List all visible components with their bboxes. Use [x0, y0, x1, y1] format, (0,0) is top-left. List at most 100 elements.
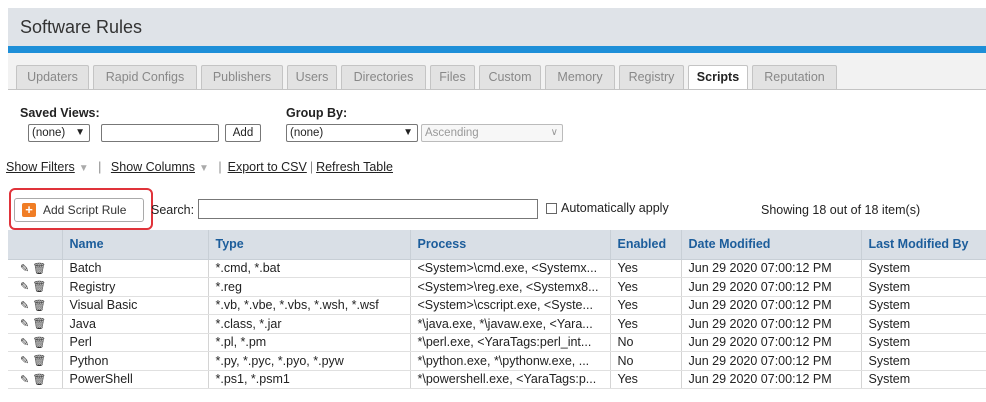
trash-icon[interactable]: 🗑	[32, 318, 46, 330]
type-header[interactable]: Type	[208, 230, 411, 260]
name-cell: Batch	[62, 259, 209, 278]
edit-icon[interactable]: ✎	[20, 355, 29, 367]
tab-scripts[interactable]: Scripts	[688, 65, 748, 91]
process-header[interactable]: Process	[410, 230, 611, 260]
table-header-row: Name Type Process Enabled Date Modified …	[8, 230, 986, 260]
modified-by-cell: System	[861, 351, 986, 371]
enabled-cell: No	[610, 351, 682, 371]
table-row: ✎ 🗑 Java *.class, *.jar *\java.exe, *\jav…	[8, 314, 986, 334]
show-filters-link[interactable]: Show Filters	[6, 160, 75, 174]
process-cell: <System>\cscript.exe, <Syste...	[410, 296, 611, 315]
edit-icon[interactable]: ✎	[20, 281, 29, 293]
last-modified-by-header[interactable]: Last Modified By	[861, 230, 986, 260]
add-view-button[interactable]: Add	[225, 124, 261, 142]
date-cell: Jun 29 2020 07:00:12 PM	[681, 370, 862, 389]
edit-icon[interactable]: ✎	[20, 374, 29, 386]
auto-apply-checkbox[interactable]	[546, 203, 557, 214]
tab-reputation[interactable]: Reputation	[752, 65, 837, 89]
plus-icon: +	[22, 203, 36, 217]
chevron-down-icon: ∨	[550, 127, 558, 138]
enabled-cell: Yes	[610, 277, 682, 297]
trash-icon[interactable]: 🗑	[32, 263, 46, 275]
date-cell: Jun 29 2020 07:00:12 PM	[681, 333, 862, 352]
row-actions: ✎ 🗑	[8, 277, 63, 297]
tab-users[interactable]: Users	[287, 65, 337, 89]
edit-icon[interactable]: ✎	[20, 263, 29, 275]
chevron-down-icon: ▼	[403, 127, 413, 138]
sort-order-value: Ascending	[425, 127, 479, 139]
modified-by-cell: System	[861, 370, 986, 389]
trash-icon[interactable]: 🗑	[32, 374, 46, 386]
group-by-value: (none)	[290, 127, 324, 139]
tab-bar: Updaters Rapid Configs Publishers Users …	[8, 65, 986, 91]
tab-custom[interactable]: Custom	[479, 65, 541, 89]
table-row: ✎ 🗑 Visual Basic *.vb, *.vbe, *.vbs, *.ws…	[8, 296, 986, 315]
type-cell: *.py, *.pyc, *.pyo, *.pyw	[208, 351, 411, 371]
tab-registry[interactable]: Registry	[619, 65, 684, 89]
date-modified-header[interactable]: Date Modified	[681, 230, 862, 260]
modified-by-cell: System	[861, 277, 986, 297]
name-cell: Visual Basic	[62, 296, 209, 315]
edit-icon[interactable]: ✎	[20, 300, 29, 312]
date-cell: Jun 29 2020 07:00:12 PM	[681, 314, 862, 334]
modified-by-cell: System	[861, 333, 986, 352]
process-cell: *\python.exe, *\pythonw.exe, ...	[410, 351, 611, 371]
row-actions: ✎ 🗑	[8, 333, 63, 352]
enabled-cell: Yes	[610, 314, 682, 334]
tab-publishers[interactable]: Publishers	[201, 65, 283, 89]
date-cell: Jun 29 2020 07:00:12 PM	[681, 259, 862, 278]
process-cell: *\java.exe, *\javaw.exe, <Yara...	[410, 314, 611, 334]
trash-icon[interactable]: 🗑	[32, 355, 46, 367]
process-cell: <System>\reg.exe, <Systemx8...	[410, 277, 611, 297]
divider: |	[309, 160, 314, 174]
name-cell: Java	[62, 314, 209, 334]
date-cell: Jun 29 2020 07:00:12 PM	[681, 351, 862, 371]
row-actions: ✎ 🗑	[8, 314, 63, 334]
modified-by-cell: System	[861, 314, 986, 334]
date-cell: Jun 29 2020 07:00:12 PM	[681, 277, 862, 297]
saved-view-name-input[interactable]	[101, 124, 219, 142]
table-options-links: Show Filters ▼ | Show Columns ▼ | Export to…	[6, 160, 393, 174]
actions-header	[8, 230, 63, 260]
search-input[interactable]	[198, 199, 538, 219]
type-cell: *.cmd, *.bat	[208, 259, 411, 278]
tab-updaters[interactable]: Updaters	[16, 65, 89, 89]
add-script-rule-button[interactable]: + Add Script Rule	[14, 198, 144, 222]
name-header[interactable]: Name	[62, 230, 209, 260]
modified-by-cell: System	[861, 259, 986, 278]
trash-icon[interactable]: 🗑	[32, 300, 46, 312]
enabled-cell: Yes	[610, 259, 682, 278]
show-columns-link[interactable]: Show Columns	[111, 160, 195, 174]
group-by-select[interactable]: (none) ▼	[286, 124, 418, 142]
edit-icon[interactable]: ✎	[20, 318, 29, 330]
tab-directories[interactable]: Directories	[341, 65, 426, 89]
type-cell: *.vb, *.vbe, *.vbs, *.wsh, *.wsf	[208, 296, 411, 315]
name-cell: Registry	[62, 277, 209, 297]
chevron-down-icon: ▼	[75, 127, 85, 138]
item-count: Showing 18 out of 18 item(s)	[761, 203, 921, 217]
divider: |	[98, 160, 102, 174]
divider: |	[218, 160, 222, 174]
enabled-header[interactable]: Enabled	[610, 230, 682, 260]
enabled-cell: Yes	[610, 370, 682, 389]
tab-rapid-configs[interactable]: Rapid Configs	[93, 65, 197, 89]
tab-files[interactable]: Files	[430, 65, 475, 89]
trash-icon[interactable]: 🗑	[32, 281, 46, 293]
add-script-rule-label: Add Script Rule	[43, 203, 127, 217]
edit-icon[interactable]: ✎	[20, 337, 29, 349]
type-cell: *.pl, *.pm	[208, 333, 411, 352]
refresh-table-link[interactable]: Refresh Table	[316, 160, 393, 174]
search-label: Search:	[151, 203, 195, 217]
type-cell: *.ps1, *.psm1	[208, 370, 411, 389]
export-csv-link[interactable]: Export to CSV	[228, 160, 307, 174]
table-row: ✎ 🗑 Registry *.reg <System>\reg.exe, <Sys…	[8, 277, 986, 297]
enabled-cell: No	[610, 333, 682, 352]
process-cell: *\powershell.exe, <YaraTags:p...	[410, 370, 611, 389]
date-cell: Jun 29 2020 07:00:12 PM	[681, 296, 862, 315]
trash-icon[interactable]: 🗑	[32, 337, 46, 349]
tab-memory[interactable]: Memory	[545, 65, 615, 89]
table-row: ✎ 🗑 Perl *.pl, *.pm *\perl.exe, <YaraTags…	[8, 333, 986, 352]
saved-views-select[interactable]: (none) ▼	[28, 124, 90, 142]
sort-order-select[interactable]: Ascending ∨	[421, 124, 563, 142]
type-cell: *.class, *.jar	[208, 314, 411, 334]
